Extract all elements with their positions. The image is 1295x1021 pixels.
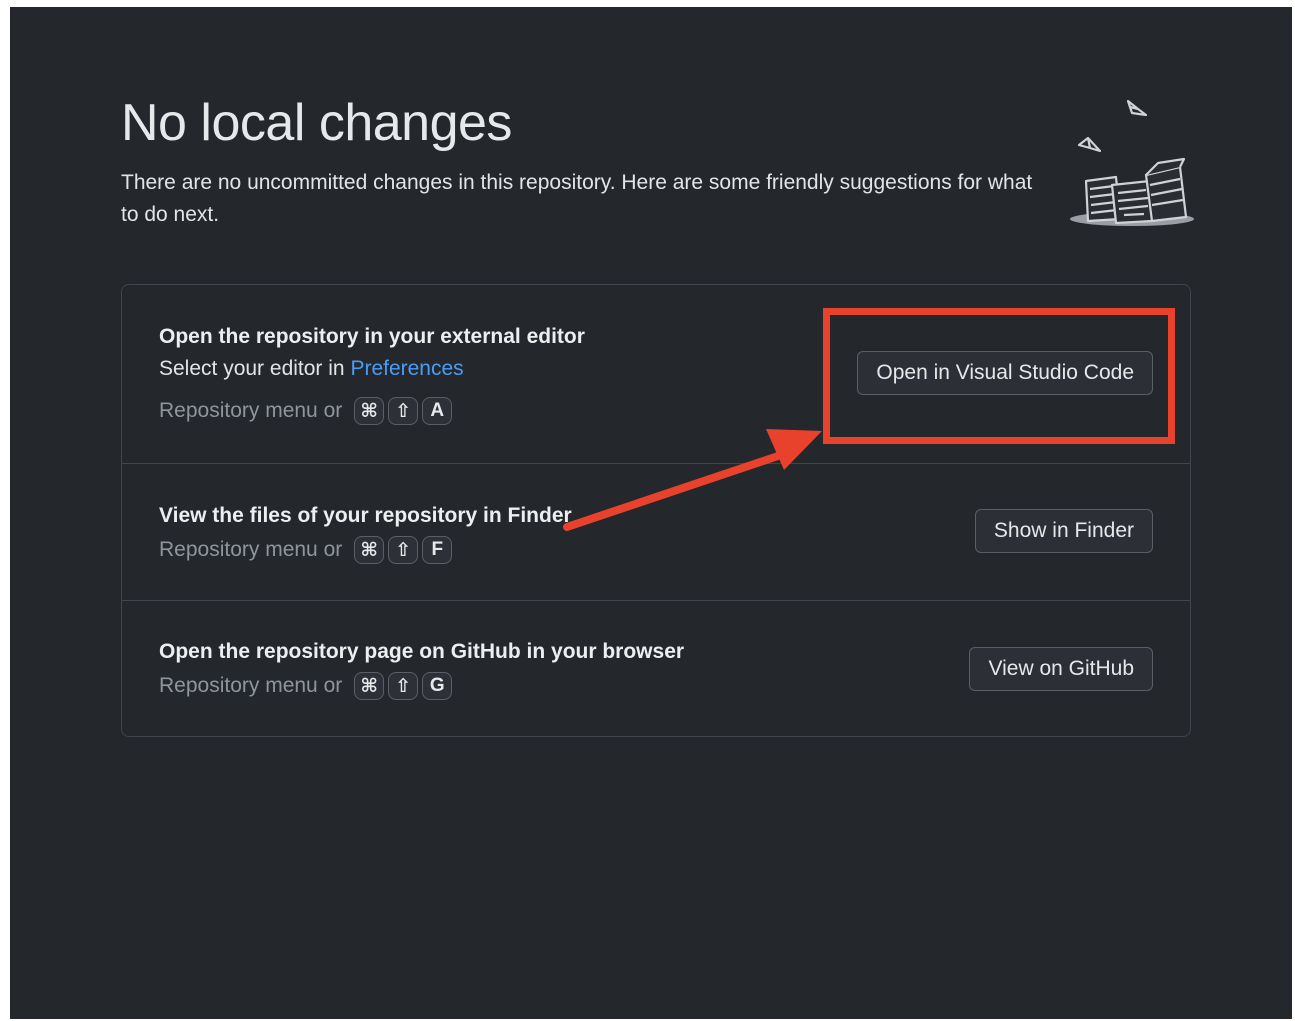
- shortcut-prefix: Repository menu or: [159, 674, 343, 697]
- command-key-icon: ⌘: [354, 536, 385, 564]
- letter-key: F: [422, 536, 453, 564]
- suggestion-row-editor: Open the repository in your external edi…: [122, 285, 1190, 464]
- shift-key-icon: ⇧: [388, 397, 419, 425]
- open-in-vscode-button[interactable]: Open in Visual Studio Code: [857, 351, 1153, 395]
- app-window: No local changes There are no uncommitte…: [10, 7, 1292, 1019]
- command-key-icon: ⌘: [354, 672, 385, 700]
- suggestion-title: Open the repository in your external edi…: [159, 325, 585, 348]
- shift-key-icon: ⇧: [388, 536, 419, 564]
- letter-key: A: [422, 397, 453, 425]
- keyboard-shortcut: Repository menu or ⌘ ⇧ A: [159, 397, 453, 425]
- command-key-icon: ⌘: [354, 397, 385, 425]
- page-subtitle: There are no uncommitted changes in this…: [121, 171, 1033, 226]
- suggestion-description: Select your editor in Preferences: [159, 357, 464, 381]
- suggestions-card: Open the repository in your external edi…: [121, 284, 1191, 737]
- shortcut-prefix: Repository menu or: [159, 538, 343, 561]
- keyboard-shortcut: Repository menu or ⌘ ⇧ G: [159, 672, 453, 700]
- suggestion-row-github: Open the repository page on GitHub in yo…: [122, 601, 1190, 736]
- paper-stack-illustration-icon: [1070, 99, 1194, 226]
- shortcut-prefix: Repository menu or: [159, 399, 343, 422]
- show-in-finder-button[interactable]: Show in Finder: [974, 509, 1153, 553]
- keyboard-shortcut: Repository menu or ⌘ ⇧ F: [159, 536, 453, 564]
- page-title: No local changes: [121, 94, 512, 152]
- suggestion-row-finder: View the files of your repository in Fin…: [122, 464, 1190, 601]
- description-text: Select your editor in: [159, 357, 351, 380]
- view-on-github-button[interactable]: View on GitHub: [969, 647, 1153, 691]
- suggestion-title: Open the repository page on GitHub in yo…: [159, 640, 685, 663]
- preferences-link[interactable]: Preferences: [350, 357, 463, 380]
- shift-key-icon: ⇧: [388, 672, 419, 700]
- suggestion-title: View the files of your repository in Fin…: [159, 504, 572, 527]
- letter-key: G: [422, 672, 453, 700]
